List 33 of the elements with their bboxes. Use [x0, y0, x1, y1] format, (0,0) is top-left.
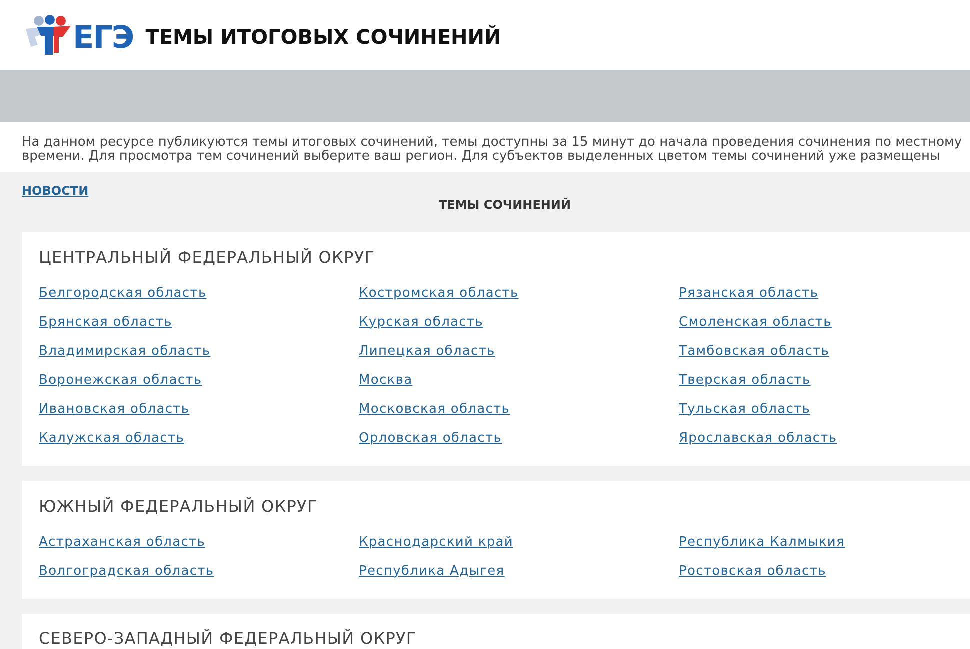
region-link[interactable]: Тверская область [679, 372, 811, 388]
intro-text: На данном ресурсе публикуются темы итоговых сочинений, темы доступны за 15 минут до начала проведения сочинения по местному времени. Для просмотра тем сочинений выберите ваш регион. Для субъектов выделенных цветом темы сочинений уже размещены [22, 136, 964, 164]
region-link[interactable]: Тамбовская область [679, 344, 830, 360]
region-link[interactable]: Московская область [359, 402, 510, 418]
region-link[interactable]: Смоленская область [679, 314, 832, 330]
logo-text: ЕГЭ [73, 22, 134, 54]
region-link[interactable]: Ивановская область [39, 402, 190, 418]
region-link[interactable]: Орловская область [359, 430, 502, 446]
district-heading: ЦЕНТРАЛЬНЫЙ ФЕДЕРАЛЬНЫЙ ОКРУГ [39, 248, 376, 268]
region-link[interactable]: Калужская область [39, 430, 185, 446]
region-link[interactable]: Рязанская область [679, 286, 819, 302]
district-heading: ЮЖНЫЙ ФЕДЕРАЛЬНЫЙ ОКРУГ [39, 497, 318, 517]
site-title: ТЕМЫ ИТОГОВЫХ СОЧИНЕНИЙ [146, 27, 502, 47]
region-link[interactable]: Брянская область [39, 314, 172, 330]
region-link[interactable]: Волгоградская область [39, 564, 214, 580]
region-link[interactable]: Курская область [359, 314, 484, 330]
region-link[interactable]: Москва [359, 372, 413, 388]
region-link[interactable]: Белгородская область [39, 286, 207, 302]
region-link[interactable]: Ярославская область [679, 430, 838, 446]
news-link[interactable]: НОВОСТИ [22, 184, 89, 198]
region-link[interactable]: Краснодарский край [359, 534, 514, 550]
region-link[interactable]: Республика Калмыкия [679, 534, 845, 550]
region-link[interactable]: Липецкая область [359, 344, 496, 360]
section-title: ТЕМЫ СОЧИНЕНИЙ [438, 198, 572, 212]
region-link[interactable]: Республика Адыгея [359, 564, 505, 580]
region-link[interactable]: Воронежская область [39, 372, 202, 388]
region-link[interactable]: Костромская область [359, 286, 519, 302]
region-link[interactable]: Ростовская область [679, 564, 826, 580]
region-link[interactable]: Тульская область [679, 402, 811, 418]
region-link[interactable]: Астраханская область [39, 534, 206, 550]
figures-icon [25, 15, 71, 55]
district-heading: СЕВЕРО-ЗАПАДНЫЙ ФЕДЕРАЛЬНЫЙ ОКРУГ [39, 629, 417, 649]
region-link[interactable]: Владимирская область [39, 344, 211, 360]
